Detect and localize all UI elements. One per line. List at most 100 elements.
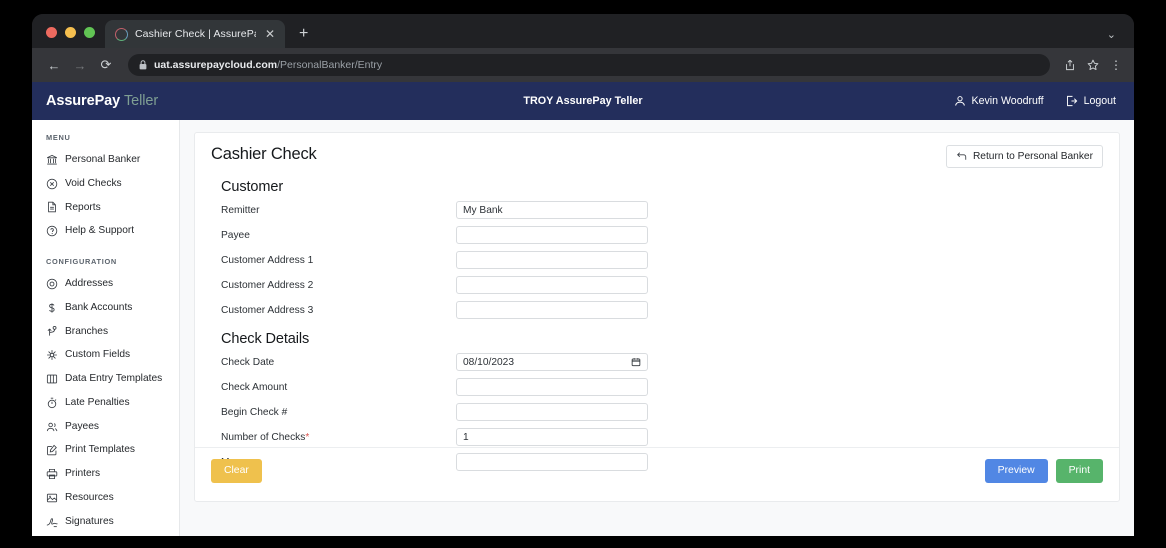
header-actions: Kevin Woodruff Logout (954, 95, 1116, 107)
tab-title: Cashier Check | AssurePayClou (135, 28, 256, 40)
field-customer-address-1[interactable] (456, 251, 648, 269)
sidebar-item-label: Bank Accounts (65, 301, 133, 313)
customer-address-3-input[interactable] (463, 304, 641, 316)
sidebar-item-print-templates[interactable]: Print Templates (32, 438, 179, 462)
form-row-payee: Payee (211, 226, 1103, 244)
browser-tab-strip: Cashier Check | AssurePayClou ✕ + ⌄ (32, 14, 1134, 48)
sidebar-item-signatures[interactable]: Signatures (32, 510, 179, 534)
label-customer-address-2: Customer Address 2 (221, 279, 314, 291)
sidebar-item-void-checks[interactable]: Void Checks (32, 172, 179, 196)
minimize-window-button[interactable] (65, 27, 76, 38)
label-customer-address-1: Customer Address 1 (221, 254, 314, 266)
stopwatch-icon (46, 397, 58, 409)
return-to-personal-banker-button[interactable]: Return to Personal Banker (945, 145, 1103, 168)
app-header: AssurePay Teller TROY AssurePay Teller K… (32, 82, 1134, 120)
field-begin-check-number[interactable] (456, 403, 648, 421)
label-check-date: Check Date (221, 356, 275, 368)
sidebar-item-label: Print Templates (65, 444, 136, 456)
sidebar-item-label: Payees (65, 420, 99, 432)
sidebar-item-label: Late Penalties (65, 396, 130, 408)
sidebar-item-late-penalties[interactable]: Late Penalties (32, 391, 179, 415)
sidebar-item-reports[interactable]: Reports (32, 196, 179, 220)
form-row-check-date: Check Date (211, 353, 1103, 371)
browser-address-bar: ← → ⟳ uat.assurepaycloud.com/PersonalBan… (32, 48, 1134, 82)
field-payee[interactable] (456, 226, 648, 244)
cashier-check-card: Cashier Check Return to Personal Banker … (194, 132, 1120, 502)
remitter-input[interactable] (463, 204, 641, 216)
sidebar-item-label: Custom Fields (65, 349, 131, 361)
check-details-section-title: Check Details (221, 331, 310, 347)
url-host: uat.assurepaycloud.com (154, 59, 278, 71)
form-row-customer-address-3: Customer Address 3 (211, 301, 1103, 319)
form-row-customer-address-1: Customer Address 1 (211, 251, 1103, 269)
check-date-input[interactable] (463, 356, 631, 368)
sidebar-item-branches[interactable]: Branches (32, 320, 179, 344)
puzzle-icon (46, 349, 58, 361)
sidebar-item-custom-fields[interactable]: Custom Fields (32, 343, 179, 367)
new-tab-button[interactable]: + (299, 26, 308, 42)
sidebar-item-addresses[interactable]: Addresses (32, 272, 179, 296)
number-of-checks-input[interactable] (463, 431, 641, 443)
sidebar-item-translations[interactable]: Translations (32, 533, 179, 536)
browser-tab[interactable]: Cashier Check | AssurePayClou ✕ (105, 20, 285, 48)
card-inner: Cashier Check Return to Personal Banker … (195, 133, 1119, 471)
field-customer-address-2[interactable] (456, 276, 648, 294)
return-arrow-icon (956, 152, 967, 160)
sidebar-item-personal-banker[interactable]: Personal Banker (32, 148, 179, 172)
sidebar-item-label: Reports (65, 201, 101, 213)
begin-check-number-input[interactable] (463, 406, 641, 418)
sidebar-item-payees[interactable]: Payees (32, 415, 179, 439)
maximize-window-button[interactable] (84, 27, 95, 38)
browser-menu-icon[interactable]: ⋮ (1110, 59, 1122, 71)
edit-square-icon (46, 444, 58, 456)
clear-button[interactable]: Clear (211, 458, 262, 483)
brand-primary: AssurePay (46, 93, 121, 109)
sidebar-item-label: Void Checks (65, 177, 122, 189)
app-logo[interactable]: AssurePay Teller (46, 93, 158, 109)
check-amount-input[interactable] (463, 381, 641, 393)
user-menu[interactable]: Kevin Woodruff (954, 95, 1044, 107)
field-check-amount[interactable] (456, 378, 648, 396)
customer-address-1-input[interactable] (463, 254, 641, 266)
url-input[interactable]: uat.assurepaycloud.com/PersonalBanker/En… (128, 54, 1050, 76)
sidebar-item-label: Addresses (65, 278, 114, 290)
lock-icon (139, 60, 147, 70)
sidebar-item-printers[interactable]: Printers (32, 462, 179, 486)
form-actions: Clear Preview Print (195, 446, 1119, 483)
calendar-icon[interactable] (631, 357, 641, 367)
field-customer-address-3[interactable] (456, 301, 648, 319)
sidebar-item-label: Signatures (65, 515, 114, 527)
print-button[interactable]: Print (1055, 458, 1103, 483)
return-button-label: Return to Personal Banker (972, 151, 1093, 162)
close-window-button[interactable] (46, 27, 57, 38)
customer-address-2-input[interactable] (463, 279, 641, 291)
forward-icon[interactable]: → (68, 53, 92, 77)
field-remitter[interactable] (456, 201, 648, 219)
logout-label: Logout (1083, 95, 1116, 107)
browser-window: Cashier Check | AssurePayClou ✕ + ⌄ ← → … (32, 14, 1134, 536)
application-viewport: AssurePay Teller TROY AssurePay Teller K… (32, 82, 1134, 536)
chevron-down-icon[interactable]: ⌄ (1107, 30, 1116, 41)
required-asterisk: * (305, 431, 310, 443)
field-number-of-checks[interactable] (456, 428, 648, 446)
close-tab-icon[interactable]: ✕ (263, 27, 277, 41)
payee-input[interactable] (463, 229, 641, 241)
form-row-remitter: Remitter (211, 201, 1103, 219)
bookmark-star-icon[interactable] (1087, 59, 1099, 71)
printer-icon (46, 468, 58, 480)
sidebar-item-data-entry-templates[interactable]: Data Entry Templates (32, 367, 179, 391)
preview-button[interactable]: Preview (984, 458, 1048, 483)
url-path: /PersonalBanker/Entry (277, 59, 383, 71)
sidebar-item-resources[interactable]: Resources (32, 486, 179, 510)
customer-section-title: Customer (221, 179, 284, 195)
reload-icon[interactable]: ⟳ (94, 53, 118, 77)
brand-secondary: Teller (124, 93, 159, 109)
logout-button[interactable]: Logout (1066, 95, 1116, 107)
columns-icon (46, 373, 58, 385)
share-icon[interactable] (1064, 59, 1076, 71)
sidebar-item-help-support[interactable]: Help & Support (32, 219, 179, 243)
sidebar-item-bank-accounts[interactable]: Bank Accounts (32, 296, 179, 320)
user-icon (954, 96, 965, 106)
field-check-date[interactable] (456, 353, 648, 371)
back-icon[interactable]: ← (42, 53, 66, 77)
